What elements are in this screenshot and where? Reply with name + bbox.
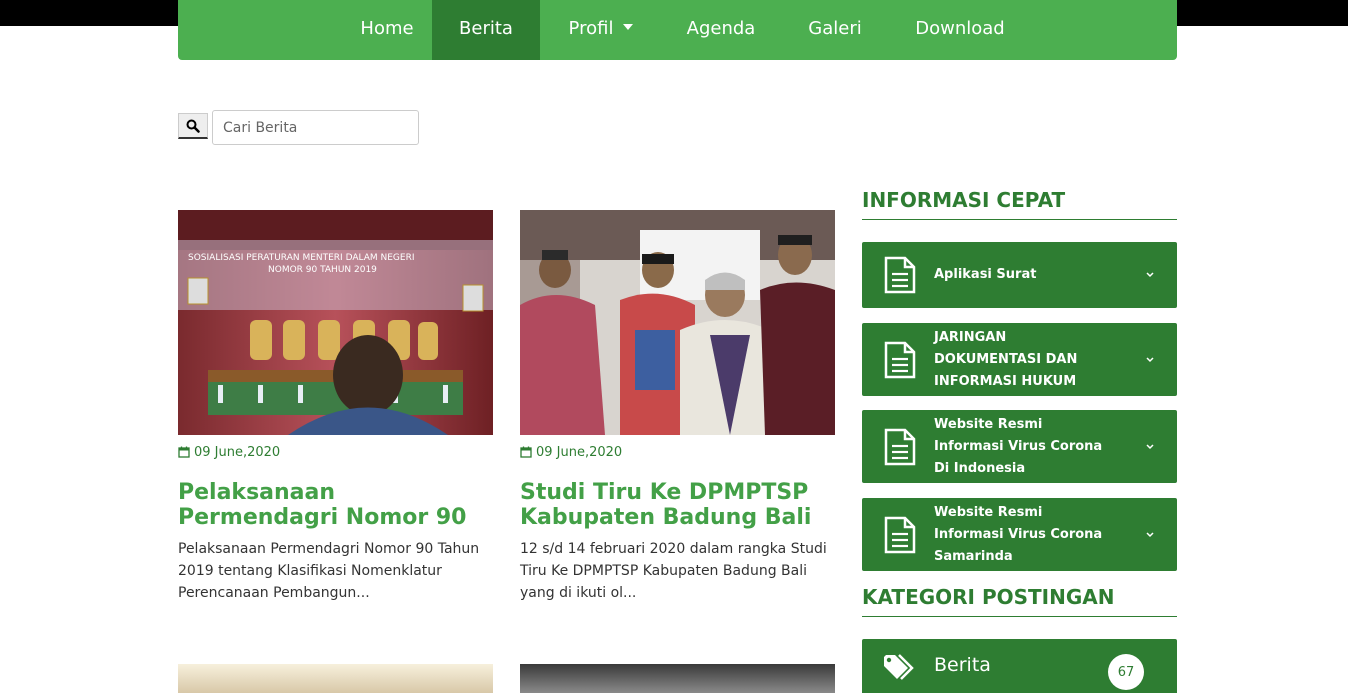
chevron-down-icon	[1146, 443, 1154, 449]
category-heading: KATEGORI POSTINGAN	[862, 585, 1177, 617]
document-icon	[884, 256, 916, 294]
nav-profil-label: Profil	[568, 18, 614, 39]
calendar-icon	[178, 446, 190, 458]
image-banner-text-2: NOMOR 90 TAHUN 2019	[268, 265, 377, 275]
tags-icon	[884, 654, 914, 680]
search-input[interactable]	[212, 110, 419, 145]
document-icon	[884, 516, 916, 553]
image-banner-text-1: SOSIALISASI PERATURAN MENTERI DALAM NEGE…	[188, 253, 415, 263]
info-item-jdih[interactable]: JARINGAN DOKUMENTASI DAN INFORMASI HUKUM	[862, 323, 1177, 396]
info-item-label: Aplikasi Surat	[934, 267, 1037, 282]
post-date-text: 09 June,2020	[194, 444, 281, 460]
search-icon	[186, 119, 200, 133]
info-item-label: Website Resmi Informasi Virus Corona Sam…	[934, 504, 1103, 564]
info-item-label: JARINGAN DOKUMENTASI DAN INFORMASI HUKUM	[934, 329, 1078, 389]
calendar-icon	[520, 446, 532, 458]
nav-download-label: Download	[915, 18, 1005, 39]
category-label: Berita	[934, 654, 991, 676]
post-card[interactable]: 09 June,2020 Studi Tiru Ke DPMPTSP Kabup…	[520, 210, 835, 604]
chevron-down-icon	[1146, 531, 1154, 537]
document-icon	[884, 341, 916, 378]
nav-berita[interactable]: Berita	[432, 0, 540, 60]
chevron-down-icon	[1146, 356, 1154, 362]
post-image-visit	[520, 210, 835, 435]
post-image-seminar: SOSIALISASI PERATURAN MENTERI DALAM NEGE…	[178, 210, 493, 435]
nav-galeri[interactable]: Galeri	[780, 0, 890, 60]
post-excerpt: Pelaksanaan Permendagri Nomor 90 Tahun 2…	[178, 541, 480, 601]
post-card[interactable]: SOSIALISASI PERATURAN MENTERI DALAM NEGE…	[178, 210, 493, 604]
category-count-badge: 67	[1108, 654, 1144, 690]
info-item-corona-indonesia[interactable]: Website Resmi Informasi Virus Corona Di …	[862, 410, 1177, 483]
nav-agenda[interactable]: Agenda	[662, 0, 780, 60]
post-image[interactable]: SOSIALISASI PERATURAN MENTERI DALAM NEGE…	[178, 210, 493, 435]
post-title-link[interactable]: Pelaksanaan Permendagri Nomor 90 Tahun 2…	[178, 480, 493, 530]
nav-agenda-label: Agenda	[686, 18, 756, 39]
post-image-partial[interactable]	[520, 664, 835, 693]
post-image-partial[interactable]	[178, 664, 493, 693]
info-item-corona-samarinda[interactable]: Website Resmi Informasi Virus Corona Sam…	[862, 498, 1177, 571]
chevron-down-icon	[1146, 272, 1154, 278]
nav-home-label: Home	[360, 18, 414, 39]
caret-down-icon	[623, 24, 634, 30]
post-title-link[interactable]: Studi Tiru Ke DPMPTSP Kabupaten Badung B…	[520, 480, 835, 530]
nav-berita-label: Berita	[459, 18, 513, 39]
search-button[interactable]	[178, 113, 208, 139]
post-date-text: 09 June,2020	[536, 444, 623, 460]
post-image[interactable]	[520, 210, 835, 435]
post-date: 09 June,2020	[178, 444, 493, 460]
document-icon	[884, 428, 916, 465]
nav-home[interactable]: Home	[332, 0, 442, 60]
main-navbar: Home Berita Profil Agenda Galeri Downloa…	[178, 0, 1177, 60]
category-item-berita[interactable]: Berita 67	[862, 639, 1177, 693]
nav-download[interactable]: Download	[890, 0, 1030, 60]
info-item-label: Website Resmi Informasi Virus Corona Di …	[934, 416, 1103, 476]
nav-profil-dropdown[interactable]: Profil	[540, 0, 662, 60]
info-item-aplikasi-surat[interactable]: Aplikasi Surat	[862, 242, 1177, 308]
post-date: 09 June,2020	[520, 444, 835, 460]
post-excerpt: 12 s/d 14 februari 2020 dalam rangka Stu…	[520, 541, 827, 601]
nav-galeri-label: Galeri	[808, 18, 862, 39]
info-heading: INFORMASI CEPAT	[862, 188, 1177, 220]
